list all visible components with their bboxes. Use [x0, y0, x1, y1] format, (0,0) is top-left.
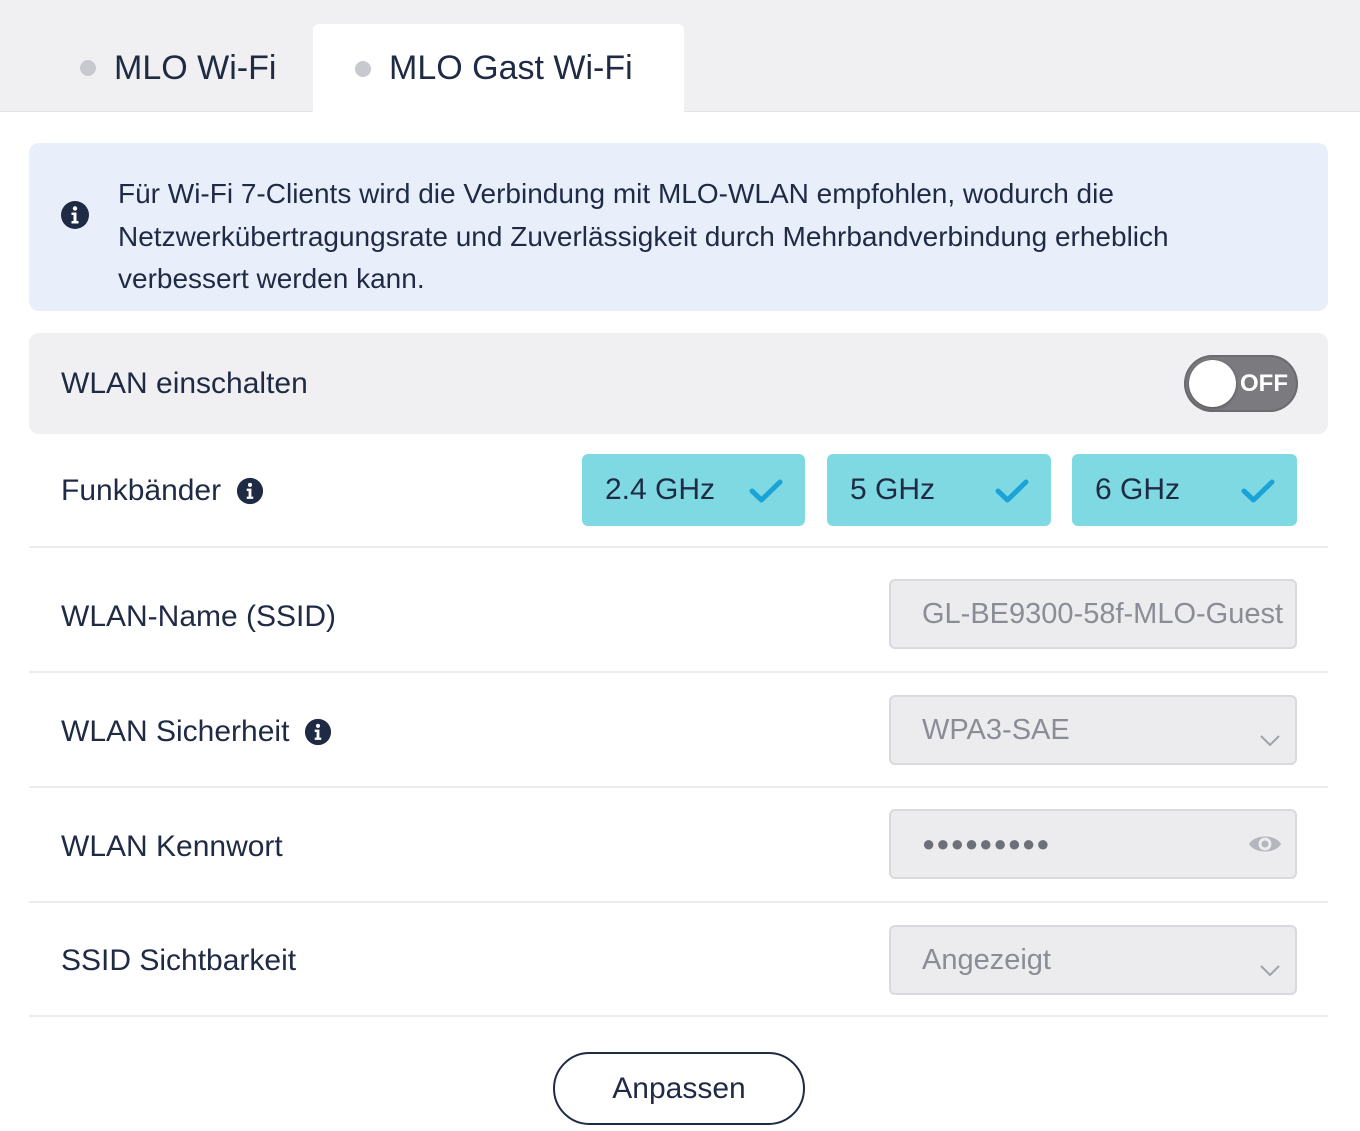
apply-button-label: Anpassen [612, 1071, 746, 1105]
security-select[interactable]: WPA3-SAE [889, 695, 1297, 765]
band-label: 6 GHz [1095, 473, 1181, 506]
toggle-state-text: OFF [1240, 370, 1288, 397]
bands-label-group: Funkbänder [61, 434, 264, 548]
info-icon[interactable] [236, 477, 264, 505]
notice-line: verbessert werden kann. [118, 263, 425, 294]
checkmark-icon [995, 478, 1029, 512]
band-24ghz-button[interactable]: 2.4 GHz [582, 454, 805, 526]
tab-status-dot [355, 60, 371, 77]
checkmark-icon [749, 478, 783, 512]
wlan-enable-label: WLAN einschalten [61, 366, 308, 400]
chevron-down-icon [1259, 723, 1281, 756]
apply-button[interactable]: Anpassen [553, 1052, 805, 1125]
notice-line: Für Wi-Fi 7-Clients wird die Verbindung … [118, 178, 1114, 209]
ssid-visibility-value: Angezeigt [922, 943, 1051, 976]
tab-bar: MLO Wi-Fi MLO Gast Wi-Fi [0, 0, 1360, 113]
ssid-label: WLAN-Name (SSID) [61, 599, 337, 633]
ssid-visibility-select[interactable]: Angezeigt [889, 925, 1297, 995]
ssid-row: WLAN-Name (SSID) GL-BE9300-58f-MLO-Guest [29, 548, 1328, 673]
notice-text: Für Wi-Fi 7-Clients wird die Verbindung … [118, 173, 1268, 301]
info-notice: Für Wi-Fi 7-Clients wird die Verbindung … [29, 143, 1328, 311]
password-label: WLAN Kennwort [61, 830, 283, 863]
tab-status-dot [80, 60, 96, 76]
password-masked-value: ●●●●●●●●● [922, 831, 1051, 856]
chevron-down-icon [1259, 953, 1281, 986]
band-label: 5 GHz [850, 473, 936, 506]
tab-label: MLO Gast Wi-Fi [389, 49, 633, 87]
notice-line: Netzwerkübertragungsrate und Zuverlässig… [118, 220, 1169, 252]
wlan-enable-toggle[interactable]: OFF [1184, 355, 1298, 412]
security-value: WPA3-SAE [922, 713, 1070, 746]
tab-mlo-gast-wifi[interactable]: MLO Gast Wi-Fi [313, 24, 684, 113]
band-5ghz-button[interactable]: 5 GHz [827, 454, 1051, 526]
band-label: 2.4 GHz [605, 473, 716, 506]
toggle-knob [1189, 360, 1236, 407]
ssid-input[interactable]: GL-BE9300-58f-MLO-Guest [889, 579, 1297, 649]
security-label: WLAN Sicherheit [61, 714, 290, 748]
ssid-visibility-label: SSID Sichtbarkeit [61, 944, 297, 977]
password-row: WLAN Kennwort ●●●●●●●●● [29, 788, 1328, 903]
bands-row: Funkbänder 2.4 GHz 5 GHz 6 GHz [29, 434, 1328, 548]
password-input[interactable]: ●●●●●●●●● [889, 809, 1297, 879]
tab-label: MLO Wi-Fi [114, 48, 277, 87]
security-label-group: WLAN Sicherheit [61, 673, 332, 790]
checkmark-icon [1241, 478, 1275, 512]
eye-icon[interactable] [1247, 830, 1283, 866]
tab-mlo-wifi[interactable]: MLO Wi-Fi [80, 24, 300, 112]
info-icon [60, 200, 90, 235]
bands-label: Funkbänder [61, 474, 222, 507]
band-6ghz-button[interactable]: 6 GHz [1072, 454, 1297, 526]
ssid-value: GL-BE9300-58f-MLO-Guest [922, 597, 1284, 630]
info-icon[interactable] [304, 718, 332, 746]
ssid-visibility-row: SSID Sichtbarkeit Angezeigt [29, 903, 1328, 1017]
security-row: WLAN Sicherheit WPA3-SAE [29, 673, 1328, 788]
wlan-enable-row: WLAN einschalten OFF [29, 333, 1328, 434]
